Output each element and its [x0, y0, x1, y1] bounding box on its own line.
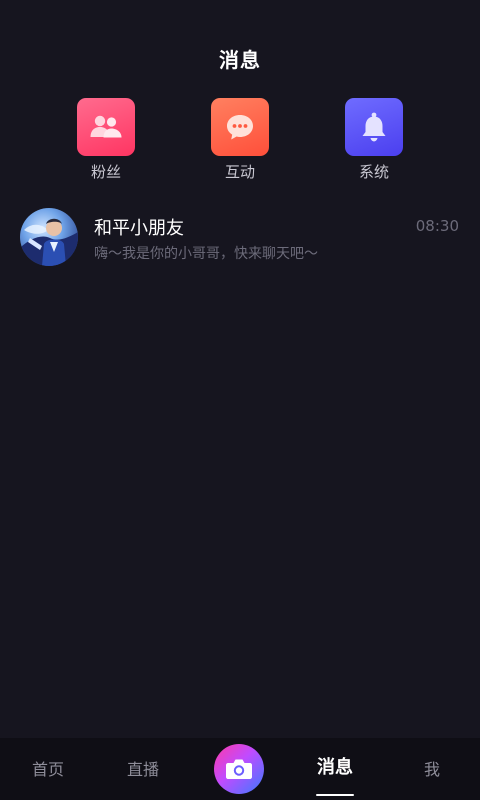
system-label: 系统 [358, 163, 389, 181]
tab-messages[interactable]: 消息 [295, 738, 375, 800]
page-title: 消息 [219, 48, 261, 72]
messages-screen: 消息 粉丝 互动 系统 和平小朋友 嗨～我是你的小哥哥，快来聊天吧～ 08:30… [0, 0, 480, 800]
quick-actions-row: 粉丝 互动 系统 [0, 98, 480, 188]
avatar [20, 208, 78, 266]
tab-live[interactable]: 直播 [103, 738, 183, 800]
camera-icon [226, 759, 252, 779]
conversation-preview: 嗨～我是你的小哥哥，快来聊天吧～ [94, 246, 318, 262]
bottom-tab-bar: 首页 直播 消息 我 [0, 738, 480, 800]
conversation-item[interactable]: 和平小朋友 嗨～我是你的小哥哥，快来聊天吧～ 08:30 [0, 206, 480, 270]
fans-label: 粉丝 [90, 163, 121, 181]
fans-icon [77, 98, 135, 156]
conversation-time: 08:30 [415, 217, 459, 235]
camera-button[interactable] [214, 744, 264, 794]
active-tab-indicator [316, 794, 354, 796]
tab-me[interactable]: 我 [392, 738, 472, 800]
interaction-button[interactable]: 互动 [200, 98, 280, 182]
tab-home[interactable]: 首页 [8, 738, 88, 800]
bell-icon [345, 98, 403, 156]
system-button[interactable]: 系统 [334, 98, 414, 182]
chat-bubble-icon [211, 98, 269, 156]
conversation-name: 和平小朋友 [94, 218, 184, 239]
fans-button[interactable]: 粉丝 [66, 98, 146, 182]
interaction-label: 互动 [224, 163, 255, 181]
